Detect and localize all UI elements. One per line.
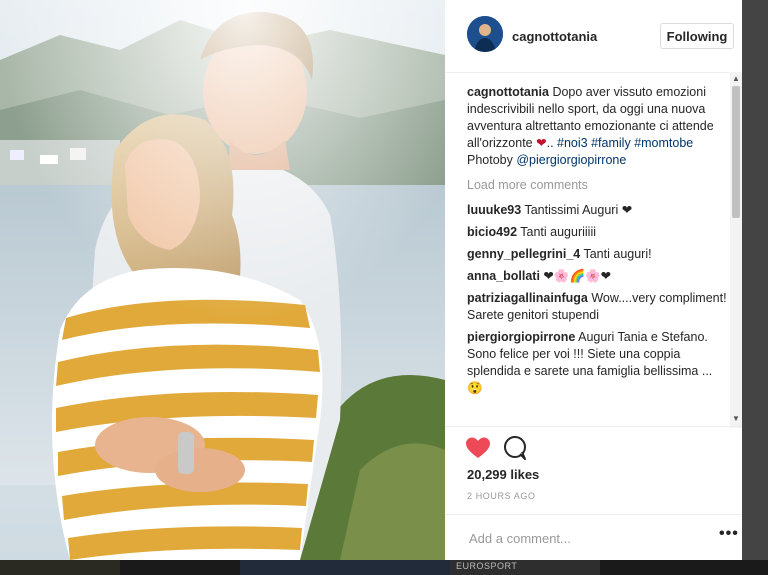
comment-username[interactable]: genny_pellegrini_4 (467, 247, 580, 261)
likes-count[interactable]: 20,299 likes (467, 467, 539, 482)
comments-scrollbar[interactable]: ▲ ▼ (730, 72, 742, 428)
caption-username[interactable]: cagnottotania (467, 85, 549, 99)
post-photo[interactable] (0, 0, 445, 560)
add-comment-bar: ••• (445, 514, 742, 561)
comment-username[interactable]: bicio492 (467, 225, 517, 239)
backdrop-right (742, 0, 768, 560)
hashtag-link[interactable]: #family (591, 136, 631, 150)
more-options-icon[interactable]: ••• (719, 525, 739, 543)
comment-username[interactable]: anna_bollati (467, 269, 540, 283)
mention-link[interactable]: @piergiorgiopirrone (516, 153, 626, 167)
avatar[interactable] (467, 16, 503, 52)
comment: anna_bollati ❤🌸🌈🌸❤ (467, 268, 727, 285)
comment-username[interactable]: piergiorgiopirrone (467, 330, 575, 344)
comment: piergiorgiopirrone Auguri Tania e Stefan… (467, 329, 727, 397)
comments-list: cagnottotania Dopo aver vissuto emozioni… (467, 84, 727, 426)
hashtag-link[interactable]: #momtobe (634, 136, 693, 150)
comment-text: Tanti auguriiiii (520, 225, 597, 239)
post-side-panel: cagnottotania Following cagnottotania Do… (445, 0, 742, 560)
avatar-image (467, 16, 503, 52)
post-timestamp: 2 HOURS AGO (467, 491, 536, 501)
backdrop-tile (0, 560, 120, 575)
comment-username[interactable]: patriziagallinainfuga (467, 291, 588, 305)
comment: genny_pellegrini_4 Tanti auguri! (467, 246, 727, 263)
scroll-up-arrow-icon[interactable]: ▲ (730, 74, 742, 84)
comment-text: Tantissimi Auguri ❤ (524, 203, 633, 217)
comment-icon[interactable] (503, 435, 527, 461)
post-modal: cagnottotania Following cagnottotania Do… (0, 0, 742, 560)
caption: cagnottotania Dopo aver vissuto emozioni… (467, 84, 727, 169)
load-more-comments-link[interactable]: Load more comments (467, 177, 727, 194)
comment: patriziagallinainfuga Wow....very compli… (467, 290, 727, 324)
scrollbar-thumb[interactable] (732, 86, 740, 218)
add-comment-input[interactable] (467, 528, 701, 548)
hashtag-link[interactable]: #noi3 (557, 136, 588, 150)
comment-username[interactable]: luuuke93 (467, 203, 521, 217)
comment: bicio492 Tanti auguriiiii (467, 224, 727, 241)
caption-heart-emoji: ❤ (536, 136, 547, 150)
caption-after: .. (546, 136, 554, 150)
heart-icon[interactable] (465, 436, 491, 460)
photo-credit-prefix: Photoby (467, 153, 513, 167)
comment-text: ❤🌸🌈🌸❤ (543, 269, 612, 283)
header-username[interactable]: cagnottotania (512, 29, 597, 44)
comment-text: Tanti auguri! (583, 247, 652, 261)
scroll-down-arrow-icon[interactable]: ▼ (730, 414, 742, 424)
post-header: cagnottotania Following (445, 0, 742, 73)
photo-illustration (0, 0, 445, 560)
comment: luuuke93 Tantissimi Auguri ❤ (467, 202, 727, 219)
following-button[interactable]: Following (660, 23, 734, 49)
backdrop-tile (240, 560, 450, 575)
backdrop-tile-label: EUROSPORT (456, 561, 518, 571)
post-actions: 20,299 likes 2 HOURS AGO (445, 426, 742, 527)
